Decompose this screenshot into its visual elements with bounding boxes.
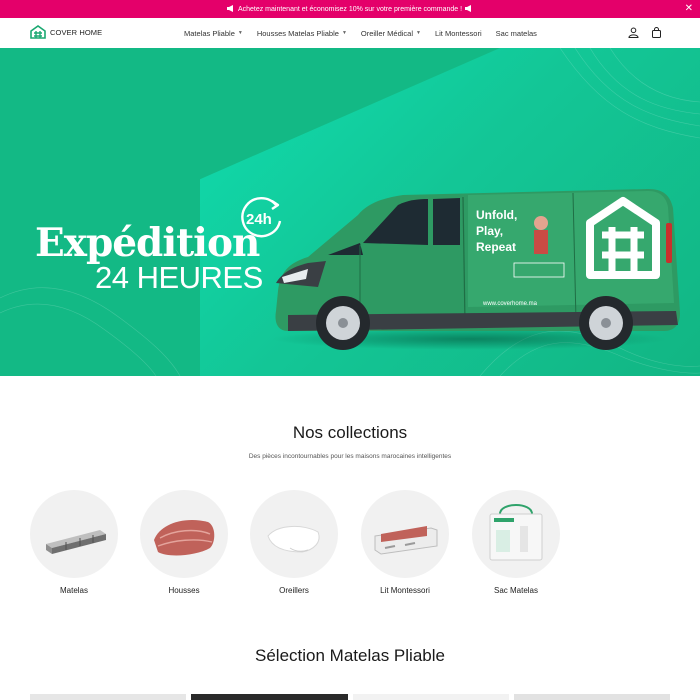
logo-text: COVER HOME [50, 27, 103, 37]
collection-label: Oreillers [279, 586, 309, 595]
van-slogan-line1: Unfold, [476, 208, 517, 222]
announcement-bar: Achetez maintenant et économisez 10% sur… [0, 0, 700, 18]
product-card-image[interactable] [514, 694, 670, 700]
nav-label: Sac matelas [495, 28, 537, 38]
account-icon[interactable] [628, 27, 639, 38]
van-slogan-line2: Play, [476, 224, 503, 238]
collection-image [361, 490, 449, 578]
van-url: www.coverhome.ma [482, 301, 538, 307]
collection-item-sac-matelas[interactable]: Sac Matelas [472, 490, 560, 600]
product-card-image[interactable] [30, 694, 186, 700]
collection-item-housses[interactable]: Housses [140, 490, 228, 600]
announcement-text: Achetez maintenant et économisez 10% sur… [237, 5, 463, 13]
cart-icon[interactable] [651, 27, 662, 38]
hero-subtitle: 24 HEURES [95, 260, 263, 295]
collections-subtitle: Des pièces incontournables pour les mais… [248, 453, 452, 460]
nav-item-sac-matelas[interactable]: Sac matelas [496, 29, 537, 38]
collection-label: Sac Matelas [493, 586, 539, 595]
nav-label: Lit Montessori [434, 28, 482, 38]
collection-label: Housses [168, 586, 200, 595]
collection-image [30, 490, 118, 578]
delivery-van-image: Unfold, Play, Repeat www.coverhome.ma [275, 189, 680, 350]
nav-item-lit-montessori[interactable]: Lit Montessori [435, 29, 482, 38]
hero-banner[interactable]: Expédition 24 HEURES 24h Unfold, Play, R… [0, 48, 700, 376]
house-logo-icon [30, 25, 46, 39]
nav-item-oreiller[interactable]: Oreiller Médical ▼ [361, 29, 421, 38]
van-slogan-line3: Repeat [476, 240, 516, 254]
logo[interactable]: COVER HOME [30, 25, 102, 39]
nav-label: Oreiller Médical [360, 28, 413, 38]
chevron-down-icon: ▼ [416, 30, 421, 36]
collection-label: Matelas [59, 586, 88, 595]
megaphone-icon [465, 4, 473, 14]
megaphone-icon [226, 4, 235, 14]
nav-label: Matelas Pliable [184, 28, 235, 38]
collections-title: Nos collections [292, 423, 408, 442]
collection-image [472, 490, 560, 578]
close-icon[interactable]: ✕ [685, 3, 693, 15]
chevron-down-icon: ▼ [341, 30, 347, 36]
collection-item-oreillers[interactable]: Oreillers [250, 490, 338, 600]
collection-image [250, 490, 338, 578]
collection-item-matelas[interactable]: Matelas [30, 490, 118, 600]
nav-label: Housses Matelas Pliable [256, 28, 339, 38]
main-nav: Matelas Pliable ▼ Housses Matelas Pliabl… [184, 18, 551, 48]
site-header: COVER HOME Matelas Pliable ▼ Housses Mat… [0, 18, 700, 48]
collection-image [140, 490, 228, 578]
chevron-down-icon: ▼ [237, 30, 243, 36]
nav-item-matelas-pliable[interactable]: Matelas Pliable ▼ [184, 29, 243, 38]
collection-label: Lit Montessori [380, 586, 430, 595]
product-card-image[interactable] [191, 694, 348, 700]
nav-item-housses[interactable]: Housses Matelas Pliable ▼ [257, 29, 347, 38]
selection-title: Sélection Matelas Pliable [255, 646, 445, 665]
collection-item-lit-montessori[interactable]: Lit Montessori [361, 490, 449, 600]
product-card-image[interactable] [353, 694, 509, 700]
